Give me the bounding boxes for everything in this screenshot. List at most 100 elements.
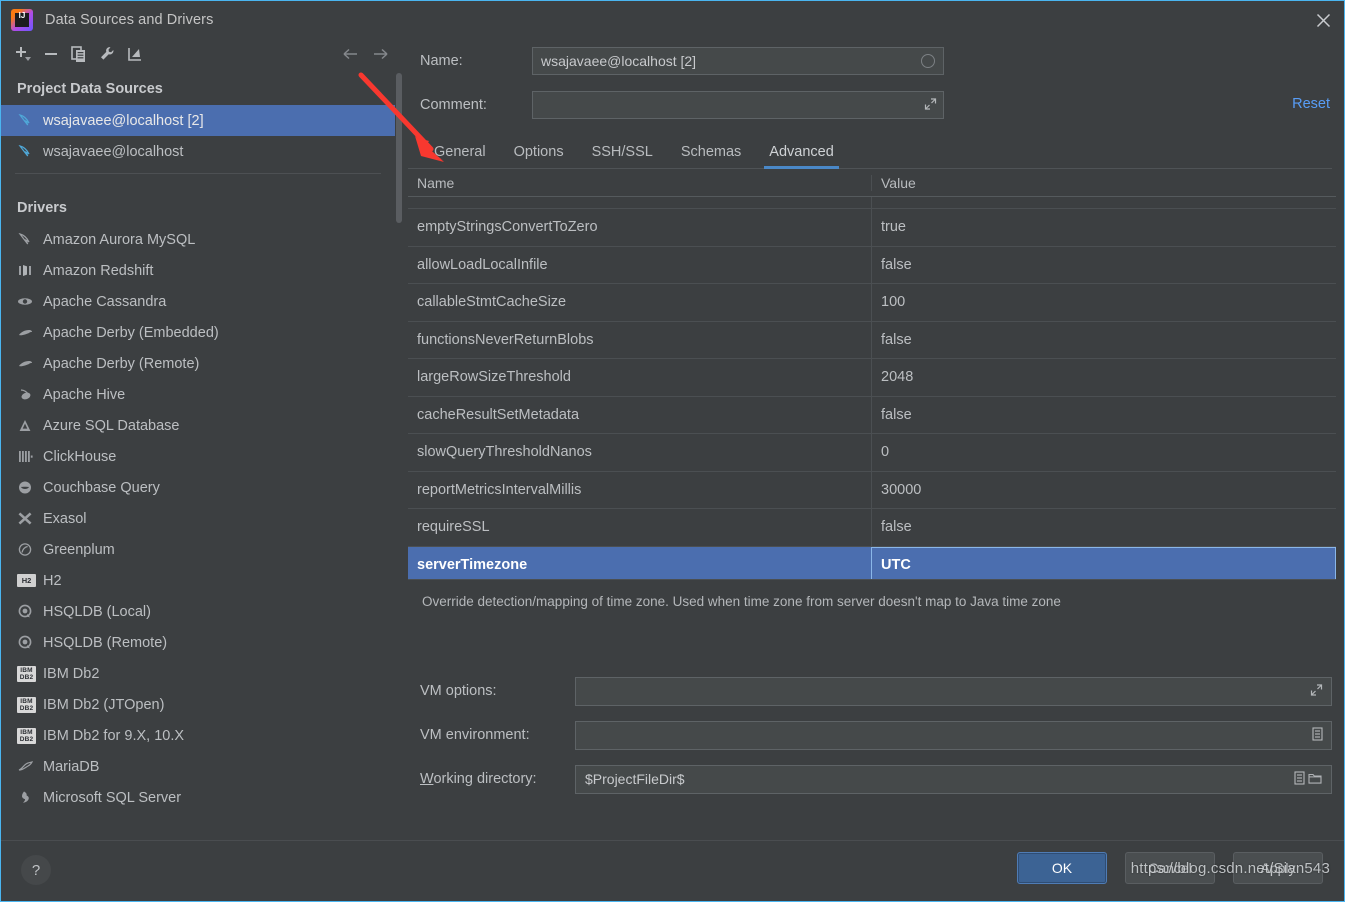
driver-item-amazon-redshift[interactable]: Amazon Redshift xyxy=(1,255,395,286)
cell-value[interactable]: 0 xyxy=(872,434,1336,471)
driver-item-apache-hive[interactable]: Apache Hive xyxy=(1,379,395,410)
couchbase-icon xyxy=(17,480,43,495)
tab-advanced[interactable]: Advanced xyxy=(755,144,848,169)
advanced-properties-table: Name Value emptyStringsConvertToZero tru… xyxy=(408,169,1336,580)
copy-button[interactable] xyxy=(65,42,93,66)
driver-item-apache-cassandra[interactable]: Apache Cassandra xyxy=(1,286,395,317)
vm-options-field[interactable] xyxy=(575,676,1332,706)
name-input[interactable]: wsajavaee@localhost [2] xyxy=(532,47,944,75)
driver-item-label: Amazon Aurora MySQL xyxy=(43,231,196,248)
name-input-value: wsajavaee@localhost [2] xyxy=(541,53,697,69)
driver-item-clickhouse[interactable]: ClickHouse xyxy=(1,441,395,472)
driver-item-label: MariaDB xyxy=(43,758,100,775)
tab-options[interactable]: Options xyxy=(500,144,578,169)
cell-value[interactable]: false xyxy=(872,247,1336,284)
cancel-button[interactable]: Cancel xyxy=(1125,852,1215,884)
table-row[interactable]: allowLoadLocalInfile false xyxy=(408,246,1336,284)
table-row[interactable]: emptyStringsConvertToZero true xyxy=(408,209,1336,247)
table-row[interactable] xyxy=(408,197,1336,209)
tab-general[interactable]: General xyxy=(420,144,500,169)
forward-button[interactable] xyxy=(365,42,395,66)
tab-schemas[interactable]: Schemas xyxy=(667,144,755,169)
circle-icon xyxy=(921,54,935,68)
data-sources-list[interactable]: Project Data Sources wsajavaee@localhost… xyxy=(1,73,395,842)
expand-icon[interactable] xyxy=(1310,684,1323,699)
cell-value[interactable]: true xyxy=(872,209,1336,246)
table-row[interactable]: cacheResultSetMetadata false xyxy=(408,396,1336,434)
table-row[interactable]: slowQueryThresholdNanos 0 xyxy=(408,434,1336,472)
driver-item-microsoft-sql-server[interactable]: Microsoft SQL Server xyxy=(1,782,395,813)
table-row-selected[interactable]: serverTimezone UTC xyxy=(408,546,1336,579)
vm-environment-field[interactable] xyxy=(575,720,1332,750)
sidebar-item-wsajavaee-localhost-2[interactable]: wsajavaee@localhost [2] xyxy=(1,105,395,136)
table-row[interactable]: functionsNeverReturnBlobs false xyxy=(408,321,1336,359)
driver-item-ibm-db2[interactable]: IBM DB2 IBM Db2 xyxy=(1,658,395,689)
add-button[interactable] xyxy=(9,42,37,66)
cell-value[interactable]: false xyxy=(872,322,1336,359)
remove-button[interactable] xyxy=(37,42,65,66)
table-header: Name Value xyxy=(408,169,1336,197)
table-row[interactable]: requireSSL false xyxy=(408,509,1336,547)
vm-settings-section: VM options: VM environment: Working dire… xyxy=(403,669,1344,801)
driver-item-exasol[interactable]: Exasol xyxy=(1,503,395,534)
working-directory-label-rest: orking directory: xyxy=(433,771,537,787)
driver-item-ibm-db2-for-9x-10x[interactable]: IBM DB2 IBM Db2 for 9.X, 10.X xyxy=(1,720,395,751)
cell-value[interactable]: false xyxy=(872,397,1336,434)
driver-item-h2[interactable]: H2 H2 xyxy=(1,565,395,596)
reset-button[interactable]: Reset xyxy=(1292,96,1330,112)
driver-item-amazon-aurora-mysql[interactable]: Amazon Aurora MySQL xyxy=(1,224,395,255)
ibm-db2-icon: IBM DB2 xyxy=(17,727,43,744)
driver-item-label: Apache Derby (Remote) xyxy=(43,355,200,372)
working-directory-field[interactable]: $ProjectFileDir$ xyxy=(575,764,1332,794)
cell-value[interactable]: 2048 xyxy=(872,359,1336,396)
question-mark-icon[interactable]: ? xyxy=(21,855,51,885)
sidebar-scrollbar-thumb[interactable] xyxy=(396,73,402,223)
sidebar-scrollbar[interactable] xyxy=(395,73,403,842)
folder-icon[interactable] xyxy=(1308,772,1323,787)
expand-icon[interactable] xyxy=(924,98,937,113)
data-sources-tree-panel: Project Data Sources wsajavaee@localhost… xyxy=(1,39,403,842)
data-sources-dialog: IJ Data Sources and Drivers Project Data… xyxy=(0,0,1345,902)
cassandra-eye-icon xyxy=(17,294,43,309)
cell-value-editing[interactable]: UTC xyxy=(871,546,1336,579)
apply-button[interactable]: Apply xyxy=(1233,852,1323,884)
driver-item-ibm-db2-jtopen[interactable]: IBM DB2 IBM Db2 (JTOpen) xyxy=(1,689,395,720)
group-title-drivers: Drivers xyxy=(17,200,67,216)
table-row[interactable]: largeRowSizeThreshold 2048 xyxy=(408,359,1336,397)
ibm-db2-icon: IBM DB2 xyxy=(17,696,43,713)
table-row[interactable]: reportMetricsIntervalMillis 30000 xyxy=(408,471,1336,509)
driver-item-apache-derby-embedded[interactable]: Apache Derby (Embedded) xyxy=(1,317,395,348)
column-header-value[interactable]: Value xyxy=(872,175,1336,191)
table-row[interactable]: callableStmtCacheSize 100 xyxy=(408,284,1336,322)
list-edit-icon[interactable] xyxy=(1294,771,1305,787)
driver-item-hsqldb-local[interactable]: HSQLDB (Local) xyxy=(1,596,395,627)
driver-item-couchbase-query[interactable]: Couchbase Query xyxy=(1,472,395,503)
group-title-project-data-sources: Project Data Sources xyxy=(17,81,163,97)
cell-value[interactable]: false xyxy=(872,509,1336,546)
comment-input[interactable] xyxy=(532,91,944,119)
ok-button[interactable]: OK xyxy=(1017,852,1107,884)
tab-ssh-ssl[interactable]: SSH/SSL xyxy=(578,144,667,169)
sidebar-item-wsajavaee-localhost[interactable]: wsajavaee@localhost xyxy=(1,136,395,167)
back-button[interactable] xyxy=(335,42,365,66)
cell-name: allowLoadLocalInfile xyxy=(408,246,872,283)
driver-item-label: IBM Db2 xyxy=(43,665,100,682)
driver-item-greenplum[interactable]: Greenplum xyxy=(1,534,395,565)
derby-hat-icon xyxy=(17,356,43,371)
column-header-name[interactable]: Name xyxy=(408,174,872,191)
cell-value[interactable]: 100 xyxy=(872,284,1336,321)
driver-item-label: Apache Cassandra xyxy=(43,293,167,310)
mysql-dolphin-icon xyxy=(17,144,43,159)
intellij-idea-logo-icon: IJ xyxy=(11,9,33,31)
driver-item-mariadb[interactable]: MariaDB xyxy=(1,751,395,782)
driver-item-apache-derby-remote[interactable]: Apache Derby (Remote) xyxy=(1,348,395,379)
wrench-icon[interactable] xyxy=(93,42,121,66)
cell-name: callableStmtCacheSize xyxy=(408,284,872,321)
redshift-icon xyxy=(17,263,43,278)
list-edit-icon[interactable] xyxy=(1312,727,1323,743)
driver-item-azure-sql-database[interactable]: Azure SQL Database xyxy=(1,410,395,441)
close-icon[interactable] xyxy=(1300,1,1344,39)
driver-item-hsqldb-remote[interactable]: HSQLDB (Remote) xyxy=(1,627,395,658)
import-arrow-icon[interactable] xyxy=(121,42,149,66)
cell-value[interactable]: 30000 xyxy=(872,472,1336,509)
